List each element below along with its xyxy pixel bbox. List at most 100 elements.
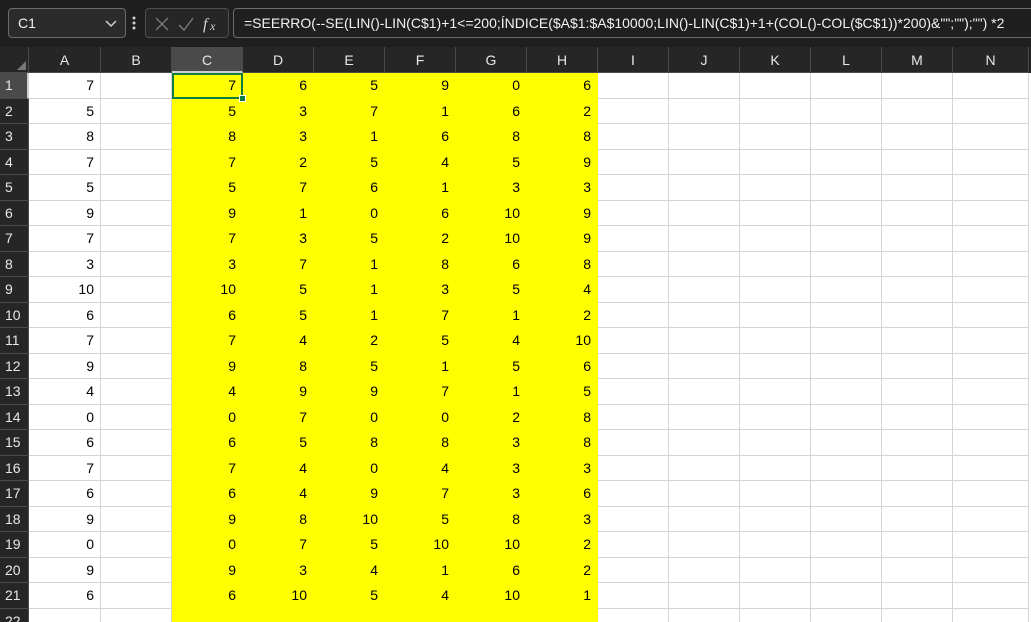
- cell-k10[interactable]: [740, 302, 811, 328]
- cell-e17[interactable]: 9: [314, 481, 385, 507]
- cell-j11[interactable]: [669, 328, 740, 354]
- cell-k18[interactable]: [740, 506, 811, 532]
- column-header-j[interactable]: J: [669, 47, 740, 73]
- cell-g15[interactable]: 3: [456, 430, 527, 456]
- cell-n12[interactable]: [953, 353, 1029, 379]
- cell-e12[interactable]: 5: [314, 353, 385, 379]
- cell-e16[interactable]: 0: [314, 455, 385, 481]
- cell-n9[interactable]: [953, 277, 1029, 303]
- cell-h12[interactable]: 6: [527, 353, 598, 379]
- cell-f22[interactable]: [385, 608, 456, 622]
- cell-j15[interactable]: [669, 430, 740, 456]
- cell-j6[interactable]: [669, 200, 740, 226]
- cell-k7[interactable]: [740, 226, 811, 252]
- cell-h18[interactable]: 3: [527, 506, 598, 532]
- cell-g17[interactable]: 3: [456, 481, 527, 507]
- cell-m1[interactable]: [882, 73, 953, 99]
- cell-n7[interactable]: [953, 226, 1029, 252]
- cell-k13[interactable]: [740, 379, 811, 405]
- cell-b9[interactable]: [101, 277, 172, 303]
- cell-f8[interactable]: 8: [385, 251, 456, 277]
- cell-e20[interactable]: 4: [314, 557, 385, 583]
- cell-d22[interactable]: [243, 608, 314, 622]
- cell-d8[interactable]: 7: [243, 251, 314, 277]
- cell-h1[interactable]: 6: [527, 73, 598, 99]
- column-header-i[interactable]: I: [598, 47, 669, 73]
- column-header-c[interactable]: C: [172, 47, 243, 73]
- row-header-14[interactable]: 14: [0, 404, 29, 430]
- cell-d2[interactable]: 3: [243, 98, 314, 124]
- row-header-5[interactable]: 5: [0, 175, 29, 201]
- cell-h14[interactable]: 8: [527, 404, 598, 430]
- cell-d18[interactable]: 8: [243, 506, 314, 532]
- cell-n8[interactable]: [953, 251, 1029, 277]
- cell-g1[interactable]: 0: [456, 73, 527, 99]
- cell-h5[interactable]: 3: [527, 175, 598, 201]
- cell-m12[interactable]: [882, 353, 953, 379]
- cell-j4[interactable]: [669, 149, 740, 175]
- cell-a1[interactable]: 7: [29, 73, 101, 99]
- cell-n5[interactable]: [953, 175, 1029, 201]
- cell-k2[interactable]: [740, 98, 811, 124]
- row-header-7[interactable]: 7: [0, 226, 29, 252]
- cell-i9[interactable]: [598, 277, 669, 303]
- cell-d12[interactable]: 8: [243, 353, 314, 379]
- cell-k9[interactable]: [740, 277, 811, 303]
- cell-l8[interactable]: [811, 251, 882, 277]
- cell-j21[interactable]: [669, 583, 740, 609]
- cell-m7[interactable]: [882, 226, 953, 252]
- row-header-2[interactable]: 2: [0, 98, 29, 124]
- cell-m2[interactable]: [882, 98, 953, 124]
- cell-e4[interactable]: 5: [314, 149, 385, 175]
- cell-c12[interactable]: 9: [172, 353, 243, 379]
- cell-e6[interactable]: 0: [314, 200, 385, 226]
- row-header-20[interactable]: 20: [0, 557, 29, 583]
- cell-k15[interactable]: [740, 430, 811, 456]
- cell-d16[interactable]: 4: [243, 455, 314, 481]
- cell-g2[interactable]: 6: [456, 98, 527, 124]
- cell-m10[interactable]: [882, 302, 953, 328]
- cell-c19[interactable]: 0: [172, 532, 243, 558]
- cell-f11[interactable]: 5: [385, 328, 456, 354]
- cell-c20[interactable]: 9: [172, 557, 243, 583]
- cell-n10[interactable]: [953, 302, 1029, 328]
- cell-l11[interactable]: [811, 328, 882, 354]
- cell-c13[interactable]: 4: [172, 379, 243, 405]
- cell-h20[interactable]: 2: [527, 557, 598, 583]
- cell-l19[interactable]: [811, 532, 882, 558]
- cell-j19[interactable]: [669, 532, 740, 558]
- row-header-10[interactable]: 10: [0, 302, 29, 328]
- column-header-h[interactable]: H: [527, 47, 598, 73]
- cell-d13[interactable]: 9: [243, 379, 314, 405]
- cell-g5[interactable]: 3: [456, 175, 527, 201]
- cell-i5[interactable]: [598, 175, 669, 201]
- cell-e19[interactable]: 5: [314, 532, 385, 558]
- cell-m18[interactable]: [882, 506, 953, 532]
- cell-m17[interactable]: [882, 481, 953, 507]
- cell-h3[interactable]: 8: [527, 124, 598, 150]
- cell-e10[interactable]: 1: [314, 302, 385, 328]
- cell-c3[interactable]: 8: [172, 124, 243, 150]
- cell-i12[interactable]: [598, 353, 669, 379]
- row-header-3[interactable]: 3: [0, 124, 29, 150]
- cell-n4[interactable]: [953, 149, 1029, 175]
- cell-k8[interactable]: [740, 251, 811, 277]
- cell-l14[interactable]: [811, 404, 882, 430]
- cell-k14[interactable]: [740, 404, 811, 430]
- cell-l6[interactable]: [811, 200, 882, 226]
- cell-a9[interactable]: 10: [29, 277, 101, 303]
- select-all-button[interactable]: [0, 47, 29, 73]
- cell-i1[interactable]: [598, 73, 669, 99]
- row-header-1[interactable]: 1: [0, 73, 29, 99]
- cell-k3[interactable]: [740, 124, 811, 150]
- cell-n3[interactable]: [953, 124, 1029, 150]
- cell-d4[interactable]: 2: [243, 149, 314, 175]
- cell-d10[interactable]: 5: [243, 302, 314, 328]
- cell-f14[interactable]: 0: [385, 404, 456, 430]
- cell-b12[interactable]: [101, 353, 172, 379]
- cell-f13[interactable]: 7: [385, 379, 456, 405]
- cell-l7[interactable]: [811, 226, 882, 252]
- cell-g12[interactable]: 5: [456, 353, 527, 379]
- cell-e14[interactable]: 0: [314, 404, 385, 430]
- cell-m13[interactable]: [882, 379, 953, 405]
